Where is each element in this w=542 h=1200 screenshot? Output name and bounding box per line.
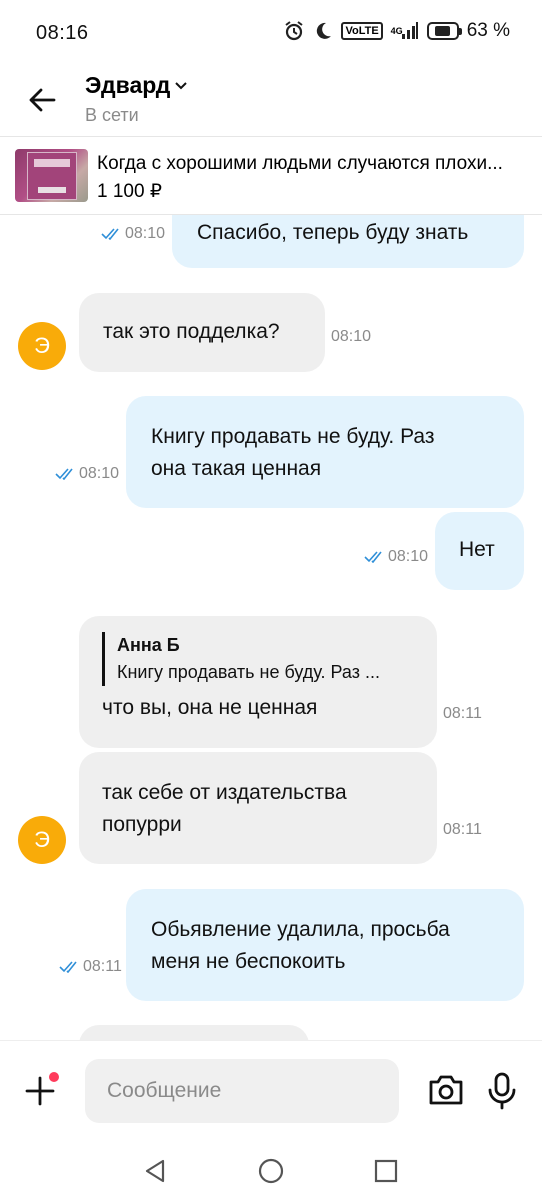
microphone-button[interactable]	[486, 1071, 518, 1111]
message-text-line: Обьявление удалила, просьба	[151, 918, 450, 941]
message-time-text: 08:11	[443, 821, 482, 838]
reply-quote[interactable]: Анна Б Книгу продавать не буду. Раз ...	[102, 632, 437, 686]
message-text-line: она такая ценная	[151, 457, 322, 480]
contact-name-row[interactable]: Эдвард	[85, 72, 188, 99]
reply-author: Анна Б	[117, 635, 180, 655]
status-icons: VoLTE 4G 63 %	[283, 20, 510, 42]
contact-status: В сети	[85, 105, 139, 125]
message-text: Спасибо, теперь буду знать	[197, 221, 469, 244]
contact-info[interactable]: Эдвард В сети	[85, 72, 188, 126]
message-bubble-incoming[interactable]: Анна Б Книгу продавать не буду. Раз ... …	[79, 616, 437, 748]
chat-header: Эдвард В сети	[0, 66, 542, 136]
message-time: 08:11	[59, 958, 122, 976]
message-bubble-outgoing[interactable]: Спасибо, теперь буду знать	[172, 215, 524, 268]
message-text-line: попурри	[102, 813, 182, 836]
message-text-line: так себе от издательства	[102, 781, 347, 804]
back-button[interactable]	[26, 84, 58, 116]
message-time-text: 08:11	[83, 958, 122, 975]
battery-level	[435, 26, 451, 36]
nav-back-button[interactable]	[142, 1158, 168, 1184]
message-text-line: Книгу продавать не буду. Раз	[151, 425, 435, 448]
alarm-icon	[283, 20, 305, 42]
message-text: что вы, она не ценная	[102, 696, 318, 719]
arrow-left-icon	[29, 88, 56, 112]
system-nav-bar	[0, 1140, 542, 1200]
message-time: 08:11	[443, 821, 482, 839]
reply-text: Книгу продавать не буду. Раз ...	[117, 662, 380, 682]
message-composer	[0, 1040, 542, 1140]
status-time: 08:16	[36, 22, 89, 44]
battery-icon	[426, 22, 462, 40]
message-time-text: 08:10	[79, 465, 120, 482]
message-text-line: меня не беспокоить	[151, 950, 346, 973]
message-time-text: 08:10	[125, 225, 166, 242]
message-text: Нет	[459, 538, 495, 561]
ad-thumbnail	[15, 149, 88, 202]
triangle-back-icon	[145, 1159, 165, 1183]
message-bubble-incoming[interactable]: так это подделка?	[79, 293, 325, 372]
read-check-icon	[59, 961, 77, 973]
nav-recents-button[interactable]	[373, 1158, 399, 1184]
message-time-text: 08:10	[388, 548, 429, 565]
message-time-text: 08:11	[443, 705, 482, 722]
microphone-icon	[488, 1072, 516, 1110]
read-check-icon	[55, 468, 73, 480]
message-time-text: 08:10	[331, 328, 372, 345]
message-bubble-outgoing[interactable]: Нет	[435, 512, 524, 590]
message-time: 08:10	[331, 328, 371, 346]
status-bar: 08:16 VoLTE 4G 63 %	[0, 0, 542, 66]
notification-dot	[46, 1069, 62, 1085]
message-time: 08:10	[101, 225, 165, 243]
moon-icon	[313, 21, 333, 41]
ad-title: Когда с хорошими людьми случаются плохи.…	[97, 153, 503, 174]
read-check-icon	[101, 228, 119, 240]
chevron-down-icon	[175, 81, 188, 89]
message-bubble-incoming[interactable]: так себе от издательства попурри	[79, 752, 437, 864]
nav-home-button[interactable]	[258, 1158, 284, 1184]
message-bubble-outgoing[interactable]: Книгу продавать не буду. Раз она такая ц…	[126, 396, 524, 508]
book-cover-image	[27, 152, 77, 200]
message-time: 08:11	[443, 705, 482, 723]
message-bubble-incoming-partial[interactable]	[79, 1025, 309, 1040]
message-time: 08:10	[364, 548, 428, 566]
avatar[interactable]: Э	[18, 816, 66, 864]
contact-name: Эдвард	[85, 72, 171, 98]
message-input[interactable]	[85, 1059, 399, 1123]
message-bubble-outgoing[interactable]: Обьявление удалила, просьба меня не бесп…	[126, 889, 524, 1001]
circle-home-icon	[258, 1158, 284, 1184]
signal-4g-icon: 4G	[391, 21, 419, 41]
camera-icon	[429, 1075, 463, 1105]
message-text: так это подделка?	[103, 320, 280, 343]
message-time: 08:10	[55, 465, 119, 483]
ad-price: 1 100 ₽	[97, 181, 162, 202]
volte-icon: VoLTE	[341, 22, 383, 40]
read-check-icon	[364, 551, 382, 563]
square-recents-icon	[374, 1159, 398, 1183]
message-list[interactable]: 08:10 Спасибо, теперь буду знать так это…	[0, 215, 542, 1040]
camera-button[interactable]	[427, 1073, 465, 1109]
avatar[interactable]: Э	[18, 322, 66, 370]
battery-percent: 63 %	[466, 20, 510, 41]
ad-preview[interactable]: Когда с хорошими людьми случаются плохи.…	[0, 136, 542, 215]
